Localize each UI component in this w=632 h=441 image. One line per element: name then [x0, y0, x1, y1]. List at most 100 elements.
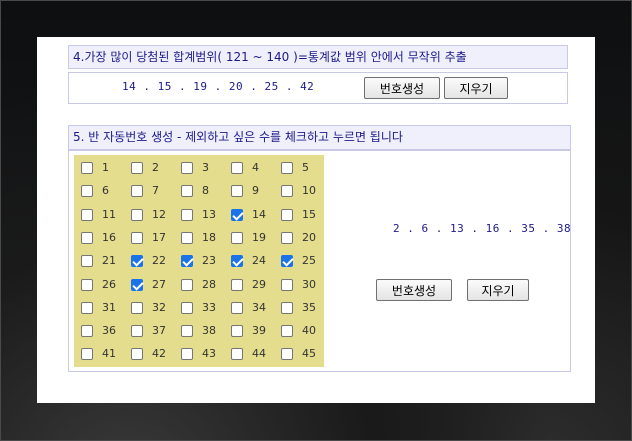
number-checkbox-6[interactable]: 6	[81, 185, 125, 201]
number-checkbox-30[interactable]: 30	[281, 278, 325, 295]
number-checkbox-37[interactable]: 37	[131, 325, 175, 341]
checkbox-icon[interactable]	[181, 255, 193, 268]
checkbox-icon[interactable]	[81, 185, 93, 198]
number-checkbox-42[interactable]: 42	[131, 348, 175, 364]
checkbox-icon[interactable]	[281, 208, 293, 221]
checkbox-icon[interactable]	[181, 185, 193, 198]
checkbox-icon[interactable]	[231, 325, 243, 338]
number-checkbox-1[interactable]: 1	[81, 162, 125, 178]
checkbox-icon[interactable]	[281, 231, 293, 244]
number-checkbox-9[interactable]: 9	[231, 185, 275, 201]
checkbox-icon[interactable]	[181, 348, 193, 361]
section4-clear-button[interactable]: 지우기	[444, 77, 508, 99]
number-checkbox-35[interactable]: 35	[281, 300, 325, 318]
number-label: 28	[202, 277, 216, 291]
number-checkbox-33[interactable]: 33	[181, 301, 225, 318]
checkbox-icon[interactable]	[81, 301, 93, 314]
number-checkbox-25[interactable]: 25	[281, 255, 325, 271]
checkbox-icon[interactable]	[281, 255, 293, 268]
checkbox-icon[interactable]	[81, 325, 93, 338]
section5-clear-button[interactable]: 지우기	[467, 279, 529, 301]
checkbox-icon[interactable]	[281, 325, 293, 338]
number-label: 41	[102, 347, 116, 361]
checkbox-icon[interactable]	[181, 231, 193, 244]
number-checkbox-45[interactable]: 45	[281, 348, 325, 364]
number-checkbox-23[interactable]: 23	[181, 255, 225, 271]
checkbox-icon[interactable]	[131, 301, 143, 314]
number-checkbox-16[interactable]: 16	[81, 231, 125, 248]
number-checkbox-12[interactable]: 12	[131, 208, 175, 225]
number-checkbox-4[interactable]: 4	[231, 162, 275, 178]
number-checkbox-29[interactable]: 29	[231, 278, 275, 295]
number-checkbox-31[interactable]: 31	[81, 301, 125, 318]
number-checkbox-39[interactable]: 39	[231, 325, 275, 341]
checkbox-icon[interactable]	[131, 255, 143, 268]
checkbox-icon[interactable]	[231, 301, 243, 314]
checkbox-icon[interactable]	[81, 162, 93, 174]
checkbox-icon[interactable]	[281, 301, 293, 314]
number-checkbox-24[interactable]: 24	[231, 255, 275, 271]
checkbox-icon[interactable]	[181, 325, 193, 338]
checkbox-icon[interactable]	[131, 162, 143, 174]
number-checkbox-32[interactable]: 32	[131, 301, 175, 318]
number-checkbox-36[interactable]: 36	[81, 325, 125, 341]
number-checkbox-2[interactable]: 2	[131, 162, 175, 178]
checkbox-icon[interactable]	[231, 208, 243, 221]
checkbox-icon[interactable]	[281, 348, 293, 361]
checkbox-icon[interactable]	[131, 231, 143, 244]
number-checkbox-20[interactable]: 20	[281, 231, 325, 248]
number-checkbox-26[interactable]: 26	[81, 278, 125, 295]
number-checkbox-21[interactable]: 21	[81, 255, 125, 271]
number-label: 10	[302, 184, 316, 198]
checkbox-icon[interactable]	[131, 278, 143, 291]
checkbox-icon[interactable]	[231, 348, 243, 361]
section4-generate-button[interactable]: 번호생성	[364, 77, 440, 99]
number-checkbox-18[interactable]: 18	[181, 231, 225, 248]
checkbox-icon[interactable]	[231, 185, 243, 198]
number-checkbox-17[interactable]: 17	[131, 231, 175, 248]
number-checkbox-34[interactable]: 34	[231, 301, 275, 318]
number-checkbox-28[interactable]: 28	[181, 277, 225, 295]
number-checkbox-44[interactable]: 44	[231, 348, 275, 364]
checkbox-icon[interactable]	[81, 255, 93, 268]
checkbox-icon[interactable]	[181, 301, 193, 314]
checkbox-icon[interactable]	[81, 231, 93, 244]
number-checkbox-41[interactable]: 41	[81, 348, 125, 364]
checkbox-icon[interactable]	[181, 162, 193, 174]
checkbox-icon[interactable]	[81, 208, 93, 221]
number-checkbox-38[interactable]: 38	[181, 325, 225, 341]
checkbox-icon[interactable]	[231, 255, 243, 268]
checkbox-icon[interactable]	[131, 325, 143, 338]
checkbox-icon[interactable]	[131, 348, 143, 361]
number-checkbox-11[interactable]: 11	[81, 208, 125, 225]
checkbox-icon[interactable]	[231, 278, 243, 291]
number-checkbox-40[interactable]: 40	[281, 325, 325, 341]
checkbox-icon[interactable]	[181, 208, 193, 221]
checkbox-icon[interactable]	[131, 185, 143, 198]
number-checkbox-7[interactable]: 7	[131, 185, 175, 201]
number-checkbox-10[interactable]: 10	[281, 185, 325, 201]
checkbox-icon[interactable]	[181, 278, 193, 291]
checkbox-icon[interactable]	[231, 231, 243, 244]
number-checkbox-13[interactable]: 13	[181, 208, 225, 225]
number-label: 38	[202, 324, 216, 338]
number-checkbox-5[interactable]: 5	[281, 162, 325, 178]
number-label: 35	[302, 300, 316, 314]
number-label: 6	[102, 184, 109, 198]
number-checkbox-8[interactable]: 8	[181, 185, 225, 201]
checkbox-icon[interactable]	[231, 162, 243, 174]
number-checkbox-19[interactable]: 19	[231, 231, 275, 248]
number-checkbox-27[interactable]: 27	[131, 278, 175, 295]
number-checkbox-14[interactable]: 14	[231, 208, 275, 225]
checkbox-icon[interactable]	[81, 278, 93, 291]
checkbox-icon[interactable]	[81, 348, 93, 361]
number-checkbox-3[interactable]: 3	[181, 162, 225, 178]
number-checkbox-22[interactable]: 22	[131, 255, 175, 271]
checkbox-icon[interactable]	[281, 278, 293, 291]
checkbox-icon[interactable]	[281, 162, 293, 174]
number-checkbox-15[interactable]: 15	[281, 208, 325, 225]
checkbox-icon[interactable]	[281, 185, 293, 198]
section5-generate-button[interactable]: 번호생성	[376, 279, 452, 301]
number-checkbox-43[interactable]: 43	[181, 348, 225, 364]
checkbox-icon[interactable]	[131, 208, 143, 221]
